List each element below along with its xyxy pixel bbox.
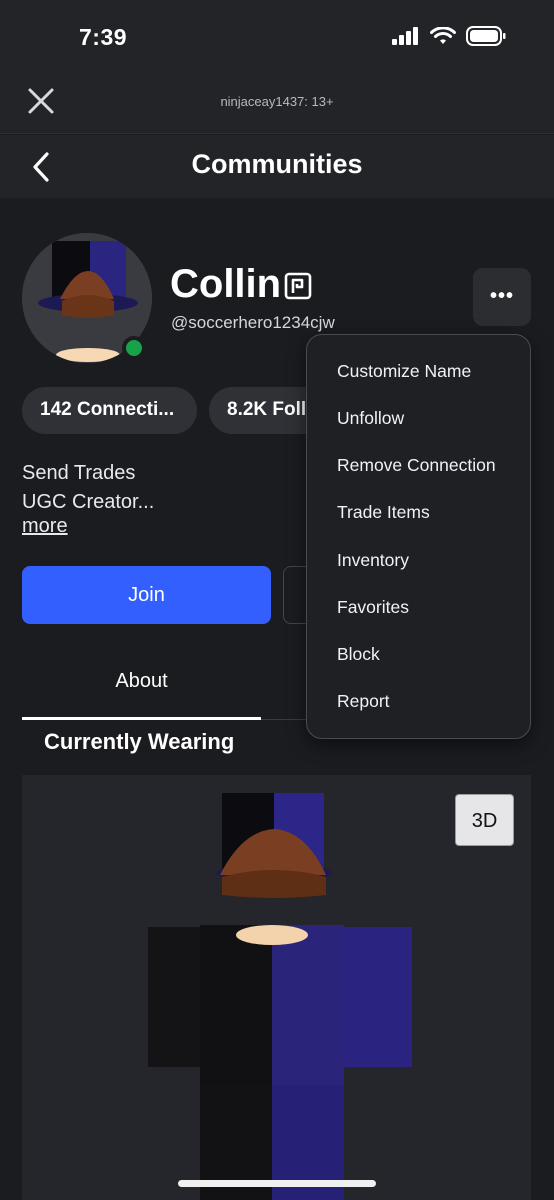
home-indicator[interactable] [178, 1180, 376, 1187]
nav-header: Communities [0, 135, 554, 198]
menu-item-trade-items[interactable]: Trade Items [337, 502, 430, 523]
menu-item-remove-connection[interactable]: Remove Connection [337, 455, 496, 476]
bio-more-link[interactable]: more [22, 515, 68, 538]
menu-item-inventory[interactable]: Inventory [337, 550, 409, 571]
battery-icon [466, 26, 506, 46]
bio-line: Send Trades [22, 462, 136, 484]
wifi-icon [430, 26, 456, 44]
menu-item-customize-name[interactable]: Customize Name [337, 361, 471, 382]
menu-item-favorites[interactable]: Favorites [337, 597, 409, 618]
tab-about[interactable]: About [22, 670, 261, 693]
join-button[interactable]: Join [22, 566, 271, 624]
display-name: Collin [170, 262, 282, 306]
status-icons [392, 26, 506, 46]
bio: Send Trades UGC Creator... [22, 459, 154, 517]
active-tab-indicator [22, 717, 261, 720]
premium-badge-icon [284, 272, 312, 300]
connections-count-button[interactable]: 142 Connecti... [22, 387, 197, 434]
menu-item-block[interactable]: Block [337, 644, 380, 665]
status-bar: 7:39 [0, 0, 554, 72]
bio-line: UGC Creator... [22, 491, 155, 513]
cellular-signal-icon [392, 27, 418, 45]
more-options-button[interactable]: ••• [473, 268, 531, 326]
username: @soccerhero1234cjw [171, 313, 335, 332]
status-time: 7:39 [79, 24, 128, 50]
online-status-indicator [122, 336, 146, 360]
menu-item-report[interactable]: Report [337, 691, 390, 712]
webview-top-bar: ninjaceay1437: 13+ [0, 72, 554, 134]
currently-wearing-title: Currently Wearing [44, 729, 235, 754]
menu-item-unfollow[interactable]: Unfollow [337, 408, 404, 429]
more-horizontal-icon: ••• [489, 285, 514, 307]
more-options-menu: Customize Name Unfollow Remove Connectio… [306, 334, 531, 739]
page-title: Communities [191, 149, 363, 179]
view-3d-button[interactable]: 3D [455, 794, 514, 846]
webview-title: ninjaceay1437: 13+ [220, 94, 334, 109]
